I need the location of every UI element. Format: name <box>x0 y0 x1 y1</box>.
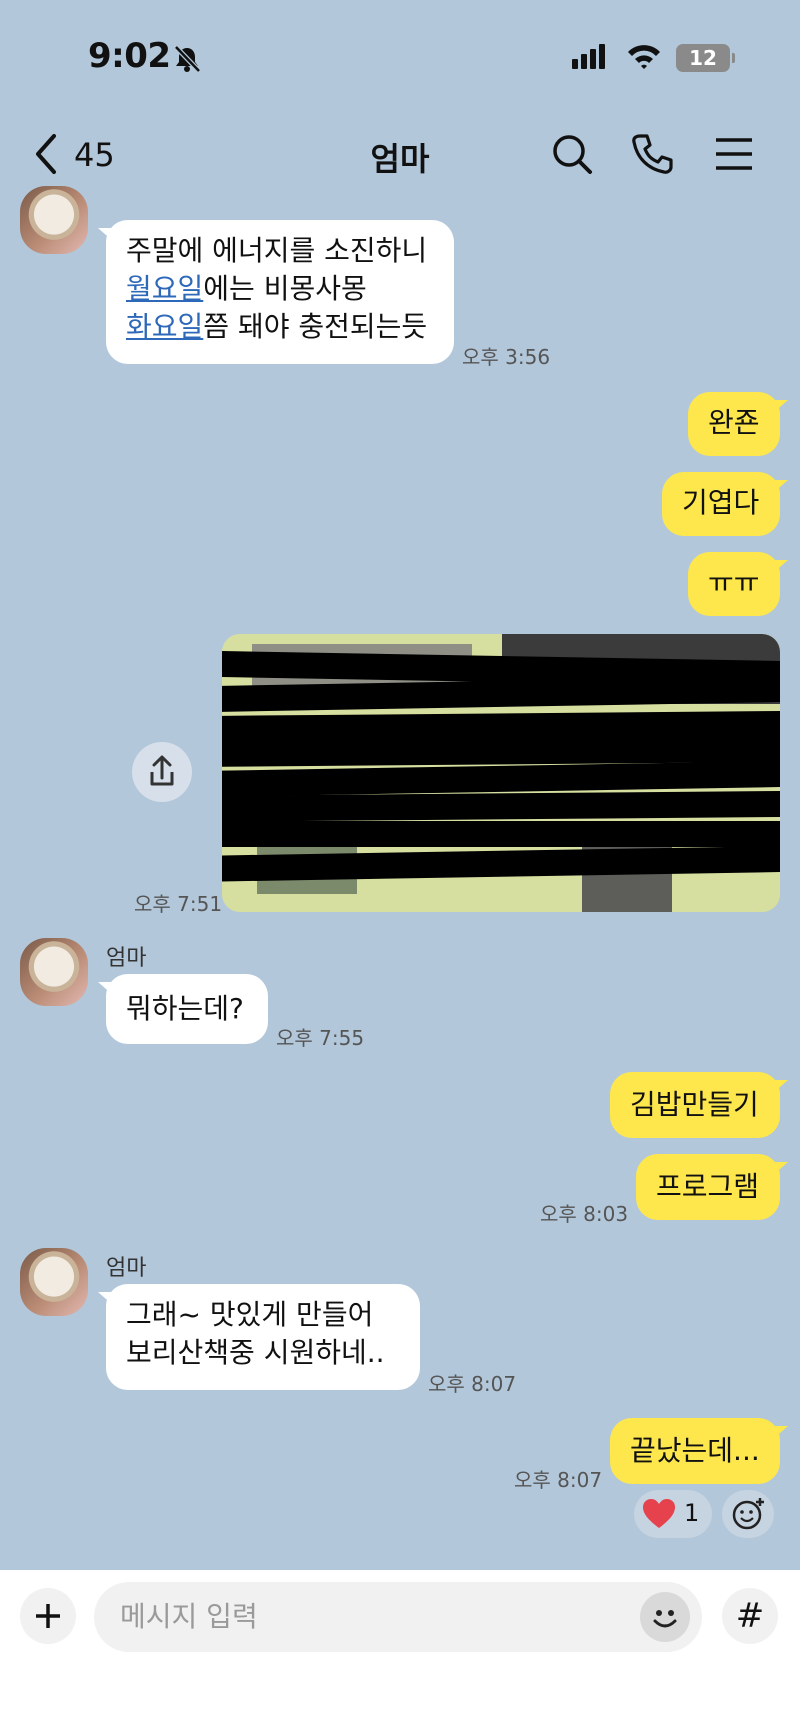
add-reaction-button[interactable] <box>722 1490 774 1538</box>
message-time: 오후 8:07 <box>514 1468 603 1492</box>
phone-icon[interactable] <box>630 132 674 176</box>
message-time: 오후 8:03 <box>540 1202 629 1226</box>
message-bubble-outgoing[interactable]: ㅠㅠ <box>688 552 788 616</box>
reaction-count: 1 <box>684 1499 700 1527</box>
message-time: 오후 7:51 <box>134 892 223 916</box>
cellular-signal-icon <box>572 44 608 69</box>
message-bubble-outgoing[interactable]: 끝났는데... <box>610 1418 788 1484</box>
avatar[interactable] <box>20 1248 88 1316</box>
bell-muted-icon <box>174 45 201 73</box>
reaction-badge[interactable]: 1 <box>634 1490 712 1538</box>
message-text: 에는 비몽사몽 <box>203 272 367 305</box>
message-text: 김밥만들기 <box>630 1088 759 1121</box>
message-bubble-outgoing[interactable]: 기엽다 <box>662 472 788 536</box>
heart-icon <box>643 1499 675 1528</box>
message-bubble-outgoing[interactable]: 김밥만들기 <box>610 1072 788 1138</box>
message-bubble-outgoing[interactable]: 프로그램 <box>636 1154 788 1220</box>
avatar[interactable] <box>20 186 88 254</box>
message-text: ㅠㅠ <box>708 566 760 599</box>
sender-name: 엄마 <box>106 1256 147 1281</box>
message-text: 뭐하는데? <box>126 992 244 1025</box>
share-button[interactable] <box>132 742 192 802</box>
date-link[interactable]: 월요일 <box>126 272 203 305</box>
attach-button[interactable] <box>20 1588 76 1644</box>
emoji-add-icon <box>732 1498 764 1530</box>
message-time: 오후 8:07 <box>428 1372 517 1396</box>
search-icon[interactable] <box>550 132 594 176</box>
message-time: 오후 3:56 <box>462 345 551 369</box>
photo-message[interactable] <box>222 634 780 912</box>
share-icon <box>150 755 174 786</box>
message-text: 기엽다 <box>682 486 760 519</box>
message-text: 그래~ 맛있게 만들어 <box>126 1298 374 1331</box>
message-bubble-incoming[interactable]: 뭐하는데? <box>98 974 268 1044</box>
message-text: 끝났는데... <box>630 1434 760 1467</box>
status-time: 9:02 <box>88 36 171 76</box>
hashtag-search-button[interactable]: # <box>722 1588 778 1644</box>
emoji-button[interactable] <box>640 1592 690 1642</box>
menu-icon[interactable] <box>712 132 756 176</box>
wifi-icon <box>628 45 660 69</box>
message-time: 오후 7:55 <box>276 1026 365 1050</box>
battery-indicator: 12 <box>676 44 735 72</box>
message-bubble-outgoing[interactable]: 완죤 <box>688 392 788 456</box>
message-bubble-incoming[interactable]: 주말에 에너지를 소진하니 월요일에는 비몽사몽 화요일쯤 돼야 충전되는듯 <box>98 220 454 364</box>
message-input[interactable]: 메시지 입력 <box>94 1582 702 1652</box>
date-link[interactable]: 화요일 <box>126 310 203 343</box>
avatar[interactable] <box>20 938 88 1006</box>
message-text: 주말에 에너지를 소진하니 <box>126 234 428 267</box>
sender-name: 엄마 <box>106 946 147 971</box>
message-text: 완죤 <box>708 406 760 439</box>
emoticon-icon <box>653 1610 677 1628</box>
message-text: 보리산책중 시원하네.. <box>126 1336 385 1369</box>
chat-title: 엄마 <box>370 140 430 178</box>
message-bubble-incoming[interactable]: 그래~ 맛있게 만들어 보리산책중 시원하네.. <box>98 1284 420 1390</box>
message-text: 쯤 돼야 충전되는듯 <box>203 310 428 343</box>
message-text: 프로그램 <box>656 1170 760 1203</box>
redacted-photo <box>222 634 780 912</box>
plus-icon <box>36 1604 60 1628</box>
